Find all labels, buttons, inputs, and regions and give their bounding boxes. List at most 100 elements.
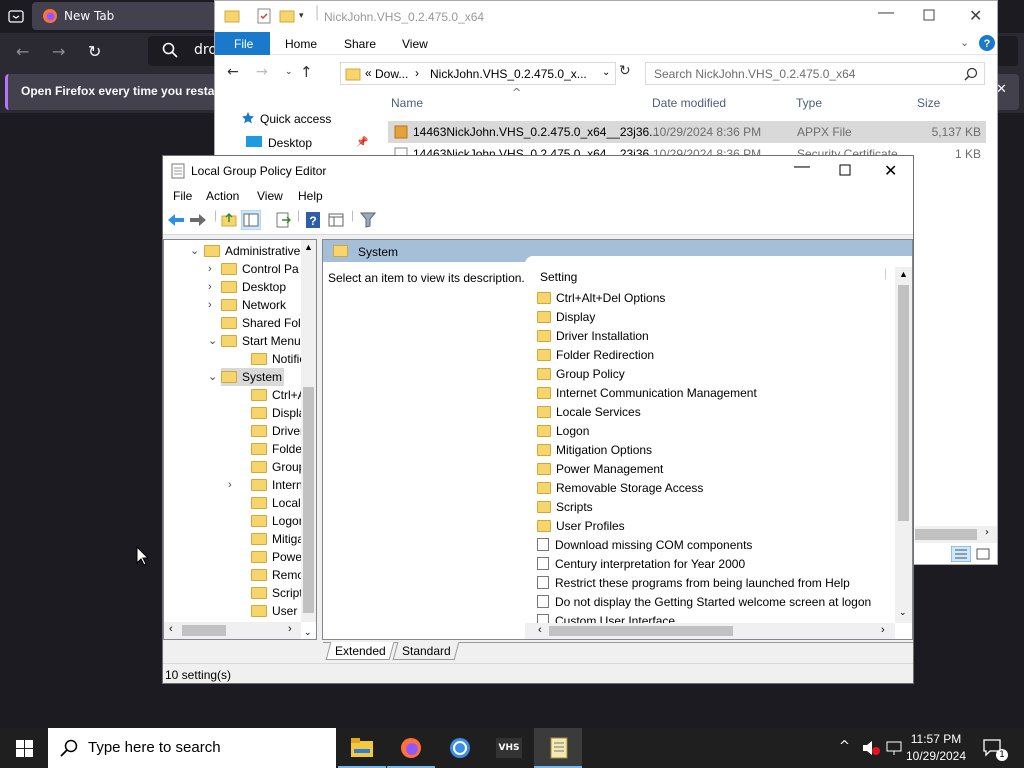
ribbon-tab-share[interactable]: Share xyxy=(344,37,376,51)
menu-help[interactable]: Help xyxy=(298,189,323,203)
menu-action[interactable]: Action xyxy=(206,189,239,203)
tree-item[interactable]: Shared Fol xyxy=(164,314,301,332)
column-name[interactable]: Name xyxy=(391,96,423,110)
scroll-thumb[interactable] xyxy=(898,285,909,521)
scroll-left-icon[interactable]: ‹ xyxy=(538,624,542,636)
collapse-chevron-icon[interactable]: ⌄ xyxy=(208,368,217,386)
tab-standard[interactable]: Standard xyxy=(392,642,460,660)
tree-item[interactable]: User Pr xyxy=(164,602,313,620)
scroll-right-icon[interactable]: › xyxy=(881,624,885,636)
ribbon-tab-view[interactable]: View xyxy=(402,37,428,51)
tree-item[interactable]: Locale xyxy=(164,494,307,512)
tree-item[interactable]: › Interne xyxy=(164,476,309,494)
new-folder-icon[interactable] xyxy=(279,8,295,24)
minimize-icon[interactable]: — xyxy=(794,158,810,176)
setting-folder-item[interactable]: Mitigation Options xyxy=(537,441,652,460)
reload-icon[interactable]: ↻ xyxy=(88,42,101,61)
close-icon[interactable]: ✕ xyxy=(884,161,897,181)
collapse-chevron-icon[interactable]: ⌄ xyxy=(208,332,217,350)
back-arrow-icon[interactable] xyxy=(167,213,185,227)
tab-new-tab[interactable]: New Tab xyxy=(32,2,232,30)
setting-folder-item[interactable]: User Profiles xyxy=(537,517,625,536)
expand-chevron-icon[interactable]: › xyxy=(228,476,232,494)
nav-desktop[interactable]: Desktop xyxy=(268,136,312,150)
expand-chevron-icon[interactable]: › xyxy=(208,260,212,278)
tree-item[interactable]: Notific xyxy=(164,350,305,368)
ribbon-expand-icon[interactable]: ⌄ xyxy=(960,36,969,49)
back-icon[interactable]: ← xyxy=(227,64,239,80)
tree-hscroll[interactable]: ‹ › xyxy=(164,622,301,639)
settings-vscroll[interactable]: ▲ ⌄ xyxy=(895,267,912,623)
scroll-up-icon[interactable]: ▲ xyxy=(304,242,313,252)
breadcrumb-folder[interactable]: NickJohn.VHS_0.2.475.0_x... xyxy=(430,67,587,81)
scroll-down-icon[interactable]: ⌄ xyxy=(304,627,312,638)
tree-item[interactable]: Group xyxy=(164,458,305,476)
tree-item[interactable]: ⌄ Administrative xyxy=(164,242,301,260)
nav-quick-access[interactable]: Quick access xyxy=(260,112,331,126)
forward-arrow-icon[interactable]: → xyxy=(52,42,65,61)
setting-folder-item[interactable]: Scripts xyxy=(537,498,593,517)
settings-hscroll[interactable]: ‹ › xyxy=(525,623,895,639)
tree-item[interactable]: › Network xyxy=(164,296,301,314)
taskbar-group-policy[interactable] xyxy=(534,728,582,768)
setting-policy-item[interactable]: Century interpretation for Year 2000 xyxy=(537,555,745,574)
windows-start-icon[interactable] xyxy=(16,740,33,757)
large-icons-view-icon[interactable] xyxy=(976,548,990,560)
scroll-thumb[interactable] xyxy=(915,529,977,540)
tray-chevron-icon[interactable]: ^ xyxy=(839,739,850,754)
setting-folder-item[interactable]: Display xyxy=(537,308,595,327)
show-hide-tree-icon[interactable] xyxy=(241,210,261,230)
tree-vscroll[interactable]: ▲ ⌄ xyxy=(301,240,316,637)
expand-chevron-icon[interactable]: › xyxy=(208,296,212,314)
taskbar-file-explorer[interactable] xyxy=(338,728,386,768)
file-row-appx[interactable]: 14463NickJohn.VHS_0.2.475.0_x64__23j36..… xyxy=(388,121,986,143)
address-bar[interactable]: « Dow... › NickJohn.VHS_0.2.475.0_x... ⌄ xyxy=(340,62,616,85)
setting-folder-item[interactable]: Internet Communication Management xyxy=(537,384,757,403)
tab-list-icon[interactable] xyxy=(8,8,24,24)
properties-icon[interactable] xyxy=(256,8,272,24)
maximize-icon[interactable] xyxy=(923,9,935,21)
tree-item[interactable]: › Desktop xyxy=(164,278,301,296)
address-dropdown-icon[interactable]: ⌄ xyxy=(602,67,610,78)
scroll-thumb[interactable] xyxy=(303,387,314,613)
column-size[interactable]: Size xyxy=(917,96,940,110)
menu-view[interactable]: View xyxy=(257,189,283,203)
tree-item[interactable]: Display xyxy=(164,404,311,422)
tree-item[interactable]: Power xyxy=(164,548,306,566)
setting-policy-item[interactable]: Do not display the Getting Started welco… xyxy=(537,593,871,612)
column-date[interactable]: Date modified xyxy=(652,96,726,110)
export-list-icon[interactable] xyxy=(275,212,291,228)
recent-dropdown-icon[interactable]: ⌄ xyxy=(285,67,293,77)
taskbar-browser[interactable] xyxy=(436,728,484,768)
setting-folder-item[interactable]: Folder Redirection xyxy=(537,346,654,365)
setting-folder-item[interactable]: Power Management xyxy=(537,460,663,479)
menu-file[interactable]: File xyxy=(173,189,192,203)
setting-folder-item[interactable]: Group Policy xyxy=(537,365,625,384)
scroll-right-icon[interactable]: › xyxy=(288,623,292,635)
help-icon[interactable]: ? xyxy=(305,211,321,229)
column-type[interactable]: Type xyxy=(796,96,822,110)
setting-folder-item[interactable]: Driver Installation xyxy=(537,327,649,346)
minimize-icon[interactable]: — xyxy=(878,4,894,22)
explorer-search-input[interactable]: Search NickJohn.VHS_0.2.475.0_x64 xyxy=(645,62,985,85)
breadcrumb-downloads[interactable]: Dow... xyxy=(375,67,408,81)
collapse-chevron-icon[interactable]: ⌄ xyxy=(190,242,199,260)
back-arrow-icon[interactable]: ← xyxy=(16,42,29,61)
tree-item[interactable]: Remov xyxy=(164,566,310,584)
setting-policy-item[interactable]: Download missing COM components xyxy=(537,536,752,555)
clock[interactable]: 11:57 PM 10/29/2024 xyxy=(896,731,976,765)
close-icon[interactable]: ✕ xyxy=(969,6,982,26)
tree-item[interactable]: Ctrl+A xyxy=(164,386,306,404)
tree-item[interactable]: Folder xyxy=(164,440,306,458)
quick-access-dropdown-icon[interactable]: ▾ xyxy=(299,10,304,21)
forward-icon[interactable]: → xyxy=(256,64,268,80)
scroll-thumb[interactable] xyxy=(182,625,226,636)
column-setting[interactable]: Setting xyxy=(540,270,577,284)
details-view-icon[interactable] xyxy=(951,546,971,562)
extended-view-icon[interactable] xyxy=(328,212,344,228)
up-one-level-icon[interactable] xyxy=(221,212,237,228)
tree-item[interactable]: Mitiga xyxy=(164,530,304,548)
filter-icon[interactable] xyxy=(360,212,376,228)
taskbar-vhs[interactable]: VHS xyxy=(485,728,533,768)
forward-arrow-icon[interactable] xyxy=(189,213,207,227)
